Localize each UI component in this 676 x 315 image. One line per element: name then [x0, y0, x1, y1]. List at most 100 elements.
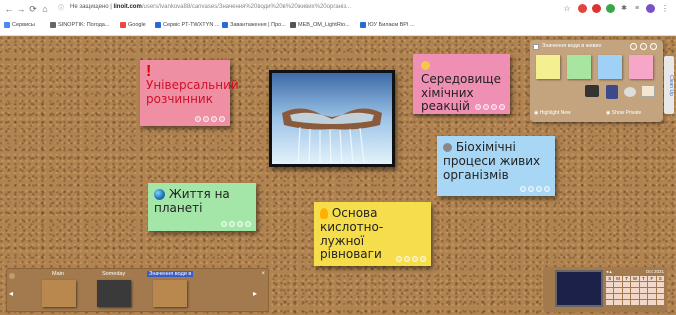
- url-path: /users/ivankova88/canvases/Значення%20во…: [141, 4, 352, 10]
- note-text: Життя на планеті: [154, 187, 230, 215]
- note-action-icon[interactable]: [491, 104, 497, 110]
- apps-icon: [4, 22, 10, 28]
- reload-icon[interactable]: ⟳: [28, 3, 38, 15]
- note-action-icon[interactable]: [237, 221, 243, 227]
- note-action-icon[interactable]: [396, 256, 402, 262]
- hands-water-image: [272, 73, 392, 164]
- url-prefix: Не защищено |: [70, 4, 114, 10]
- navigator-panel: ◂ ▴ Oct 2021 SMTWTFS: [543, 267, 667, 312]
- paperclip-icon: [443, 143, 452, 152]
- browser-chrome: ← → ⟳ ⌂ ⓘ Не защищено | linoit.com/users…: [0, 0, 676, 36]
- bookmark-item[interactable]: Завантаження | Про...: [222, 22, 286, 28]
- extension-icon-2[interactable]: [592, 4, 601, 13]
- note-action-icon[interactable]: [544, 186, 550, 192]
- sticky-note[interactable]: ! Універсальний розчинник: [140, 60, 239, 126]
- sticky-note[interactable]: Життя на планеті: [148, 183, 256, 231]
- scroll-right-icon[interactable]: ▸: [253, 289, 257, 298]
- globe-icon: [154, 189, 165, 200]
- note-action-icon[interactable]: [219, 116, 225, 122]
- info-icon[interactable]: ⓘ: [56, 3, 66, 15]
- scroll-up-icon[interactable]: [9, 273, 15, 279]
- star-icon: [421, 61, 430, 70]
- canvas-thumbnail-current[interactable]: [153, 280, 187, 307]
- note-action-icon[interactable]: [211, 116, 217, 122]
- note-text: Універсальний розчинник: [146, 78, 239, 106]
- extension-icon-1[interactable]: [578, 4, 587, 13]
- note-action-icon[interactable]: [221, 221, 227, 227]
- prev-month-icon[interactable]: ◂ ▴: [606, 269, 612, 275]
- sticky-note[interactable]: Середовище хімічних реакцій: [413, 54, 510, 114]
- bookmark-item[interactable]: Сервисы: [4, 22, 35, 28]
- star-bookmark-icon[interactable]: ☆: [562, 3, 572, 15]
- note-action-icon[interactable]: [536, 186, 542, 192]
- note-action-icon[interactable]: [412, 256, 418, 262]
- image-icon[interactable]: [641, 85, 655, 97]
- note-action-icon[interactable]: [499, 104, 505, 110]
- lightbulb-icon: [320, 208, 328, 219]
- canvas-board[interactable]: ! Універсальний розчинник Середовище хім…: [0, 36, 676, 315]
- note-palette-panel: Значення води в живих ◉ Highlight New ◉ …: [530, 40, 663, 122]
- note-action-icon[interactable]: [528, 186, 534, 192]
- extension-icon-3[interactable]: [606, 4, 615, 13]
- forward-icon[interactable]: →: [16, 3, 26, 15]
- green-note-swatch[interactable]: [567, 55, 591, 79]
- menu-icon[interactable]: ⋮: [660, 3, 670, 15]
- canvas-tab-someday[interactable]: Someday: [102, 271, 125, 277]
- bookmark-item[interactable]: MEB_OM_LightRio...: [290, 22, 350, 28]
- note-action-icon[interactable]: [195, 116, 201, 122]
- bookmark-icon: [360, 22, 366, 28]
- note-action-icon[interactable]: [520, 186, 526, 192]
- note-actions: [396, 256, 426, 262]
- address-bar[interactable]: Не защищено | linoit.com/users/ivankova8…: [70, 4, 351, 10]
- scroll-left-icon[interactable]: ◂: [9, 289, 13, 298]
- pink-note-swatch[interactable]: [629, 55, 653, 79]
- bookmark-item[interactable]: SINOPTIK: Погода...: [50, 22, 109, 28]
- note-actions: [195, 116, 225, 122]
- photo-note[interactable]: [269, 70, 395, 167]
- extensions-icon[interactable]: ✱: [619, 3, 629, 15]
- note-action-icon[interactable]: [245, 221, 251, 227]
- close-icon[interactable]: ×: [261, 271, 265, 277]
- bookmarks-bar: Сервисы SINOPTIK: Погода... Google Серві…: [0, 20, 676, 34]
- note-action-icon[interactable]: [475, 104, 481, 110]
- highlight-new-toggle[interactable]: ◉ Highlight New: [534, 110, 571, 116]
- note-action-icon[interactable]: [483, 104, 489, 110]
- canvas-tab-main[interactable]: Main: [52, 271, 64, 277]
- bookmark-item[interactable]: Сервіс PT-TWXTYN ...: [155, 22, 219, 28]
- panel-checkbox[interactable]: [533, 44, 539, 50]
- sticky-note[interactable]: Основа кислотно-лужної рівноваги: [314, 202, 431, 266]
- note-actions: [221, 221, 251, 227]
- bookmark-item[interactable]: Google: [120, 22, 146, 28]
- note-text: Основа кислотно-лужної рівноваги: [320, 206, 384, 262]
- back-icon[interactable]: ←: [4, 3, 14, 15]
- show-private-toggle[interactable]: ◉ Show Private: [606, 110, 641, 116]
- note-actions: [475, 104, 505, 110]
- panel-title: Значення води в живих: [542, 43, 602, 49]
- note-action-icon[interactable]: [404, 256, 410, 262]
- reading-list-icon[interactable]: ≡: [632, 3, 642, 15]
- canvas-minimap[interactable]: [555, 270, 603, 307]
- canvas-thumbnail-someday[interactable]: [97, 280, 131, 307]
- calendar-widget: ◂ ▴ Oct 2021 SMTWTFS: [606, 269, 664, 309]
- bookmark-item[interactable]: ЮУ Билаєм ВРІ ...: [360, 22, 415, 28]
- note-action-icon[interactable]: [420, 256, 426, 262]
- note-action-icon[interactable]: [203, 116, 209, 122]
- panel-control-icon[interactable]: [650, 43, 657, 50]
- google-icon: [120, 22, 126, 28]
- panel-control-icon[interactable]: [640, 43, 647, 50]
- yellow-note-swatch[interactable]: [536, 55, 560, 79]
- calendar-grid[interactable]: SMTWTFS: [606, 276, 664, 305]
- canvas-tab-current[interactable]: Значення води в: [147, 271, 194, 277]
- sticky-note[interactable]: Біохімічні процеси живих організмів: [437, 136, 555, 196]
- bookmark-icon: [50, 22, 56, 28]
- note-action-icon[interactable]: [229, 221, 235, 227]
- canvas-thumbnail-main[interactable]: [42, 280, 76, 307]
- home-icon[interactable]: ⌂: [40, 3, 50, 15]
- clean-up-tab[interactable]: Clean Up: [664, 56, 674, 114]
- document-icon[interactable]: [606, 85, 618, 99]
- blue-note-swatch[interactable]: [598, 55, 622, 79]
- panel-control-icon[interactable]: [630, 43, 637, 50]
- paperclip-icon[interactable]: [624, 87, 636, 97]
- profile-avatar[interactable]: [646, 4, 655, 13]
- video-icon[interactable]: [585, 85, 599, 97]
